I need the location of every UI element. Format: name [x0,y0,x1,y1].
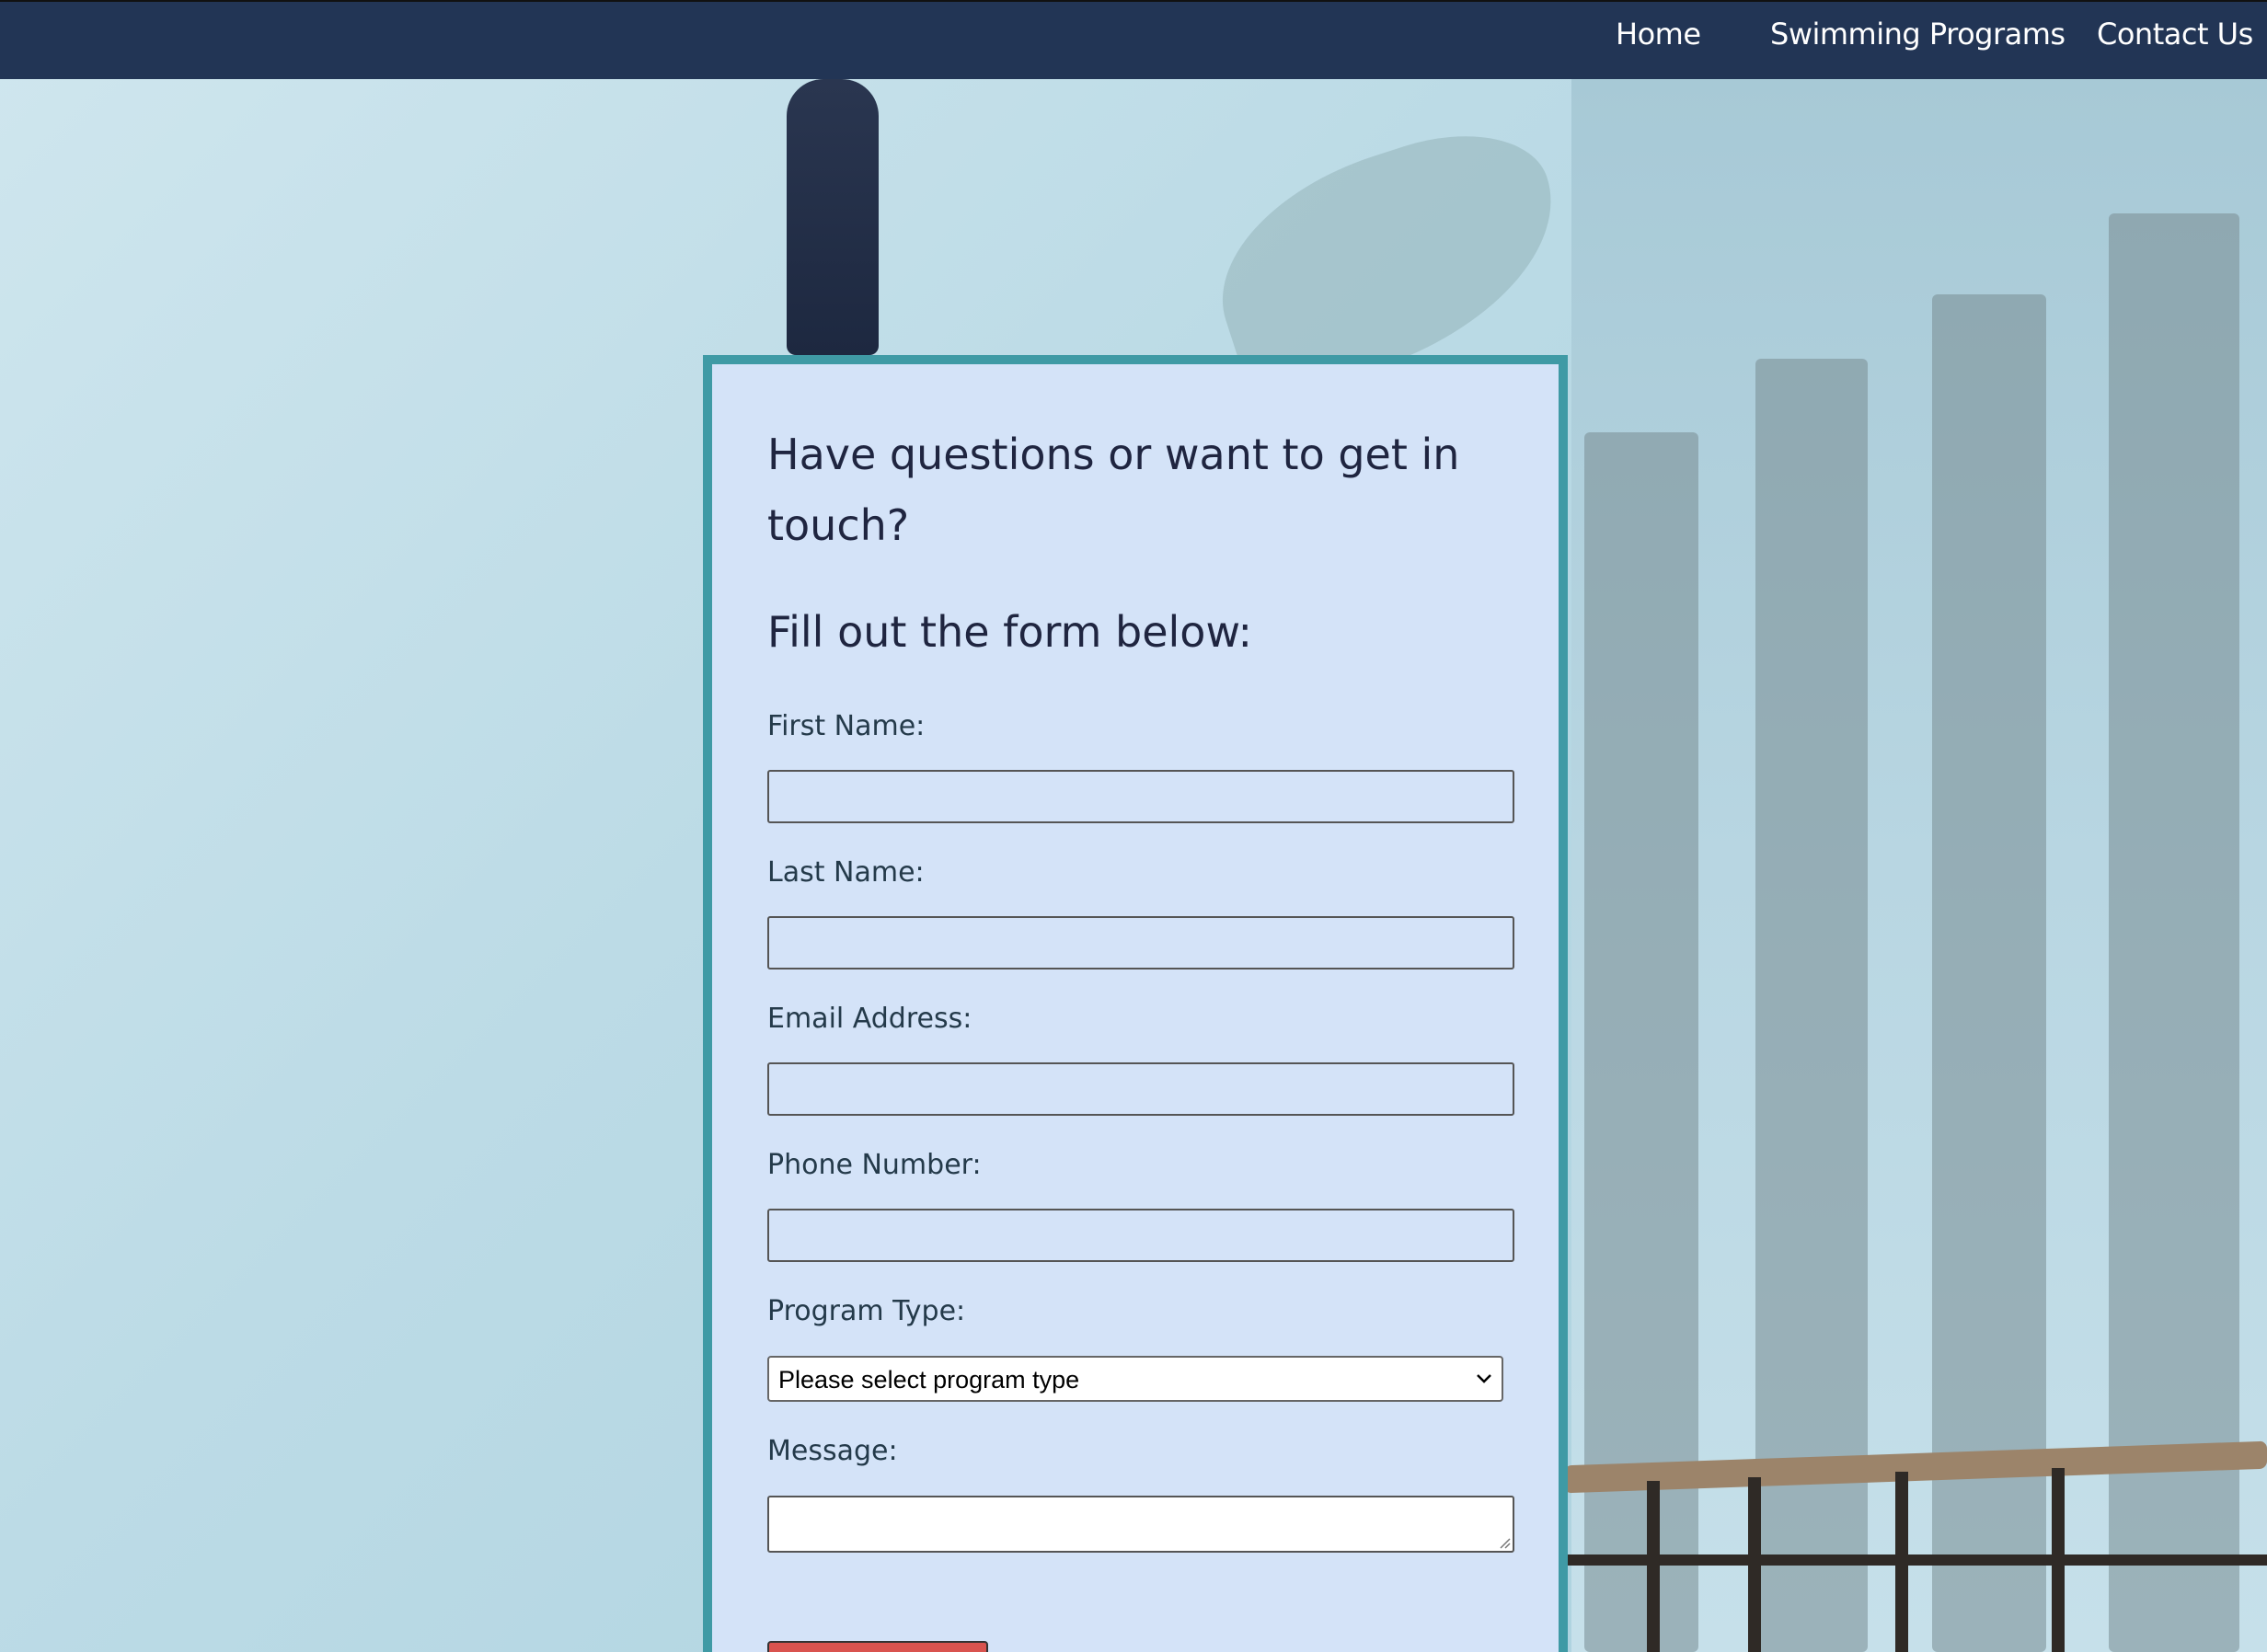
email-field[interactable] [767,1062,1514,1116]
nav-link-contact-us[interactable]: Contact Us [2097,17,2253,52]
background-railing-rail [1564,1554,2267,1566]
nav-link-swimming-programs[interactable]: Swimming Programs [1770,17,2066,52]
phone-field[interactable] [767,1209,1514,1262]
background-stripe [2109,213,2239,1652]
form-heading: Have questions or want to get in touch? [767,430,1460,550]
email-label: Email Address: [767,1003,972,1035]
program-type-selected-value: Please select program type [778,1366,1080,1394]
background-figure [787,79,879,355]
first-name-label: First Name: [767,710,926,742]
first-name-field[interactable] [767,770,1514,823]
message-textarea[interactable] [767,1496,1514,1553]
program-type-select[interactable]: Please select program type [767,1356,1503,1402]
background-railing-post [1647,1481,1660,1652]
message-label: Message: [767,1435,898,1467]
program-type-label: Program Type: [767,1295,966,1327]
resize-handle-icon[interactable] [1496,1534,1511,1549]
background-stripe [1932,294,2046,1652]
submit-button[interactable] [767,1641,988,1652]
last-name-field[interactable] [767,916,1514,969]
chevron-down-icon [1477,1374,1491,1383]
contact-form-card: Have questions or want to get in touch? … [703,355,1568,1652]
top-navigation: Home Swimming Programs Contact Us [0,0,2267,79]
last-name-label: Last Name: [767,856,925,889]
form-subheading: Fill out the form below: [767,607,1253,657]
nav-link-home[interactable]: Home [1616,17,1701,52]
phone-label: Phone Number: [767,1149,982,1181]
